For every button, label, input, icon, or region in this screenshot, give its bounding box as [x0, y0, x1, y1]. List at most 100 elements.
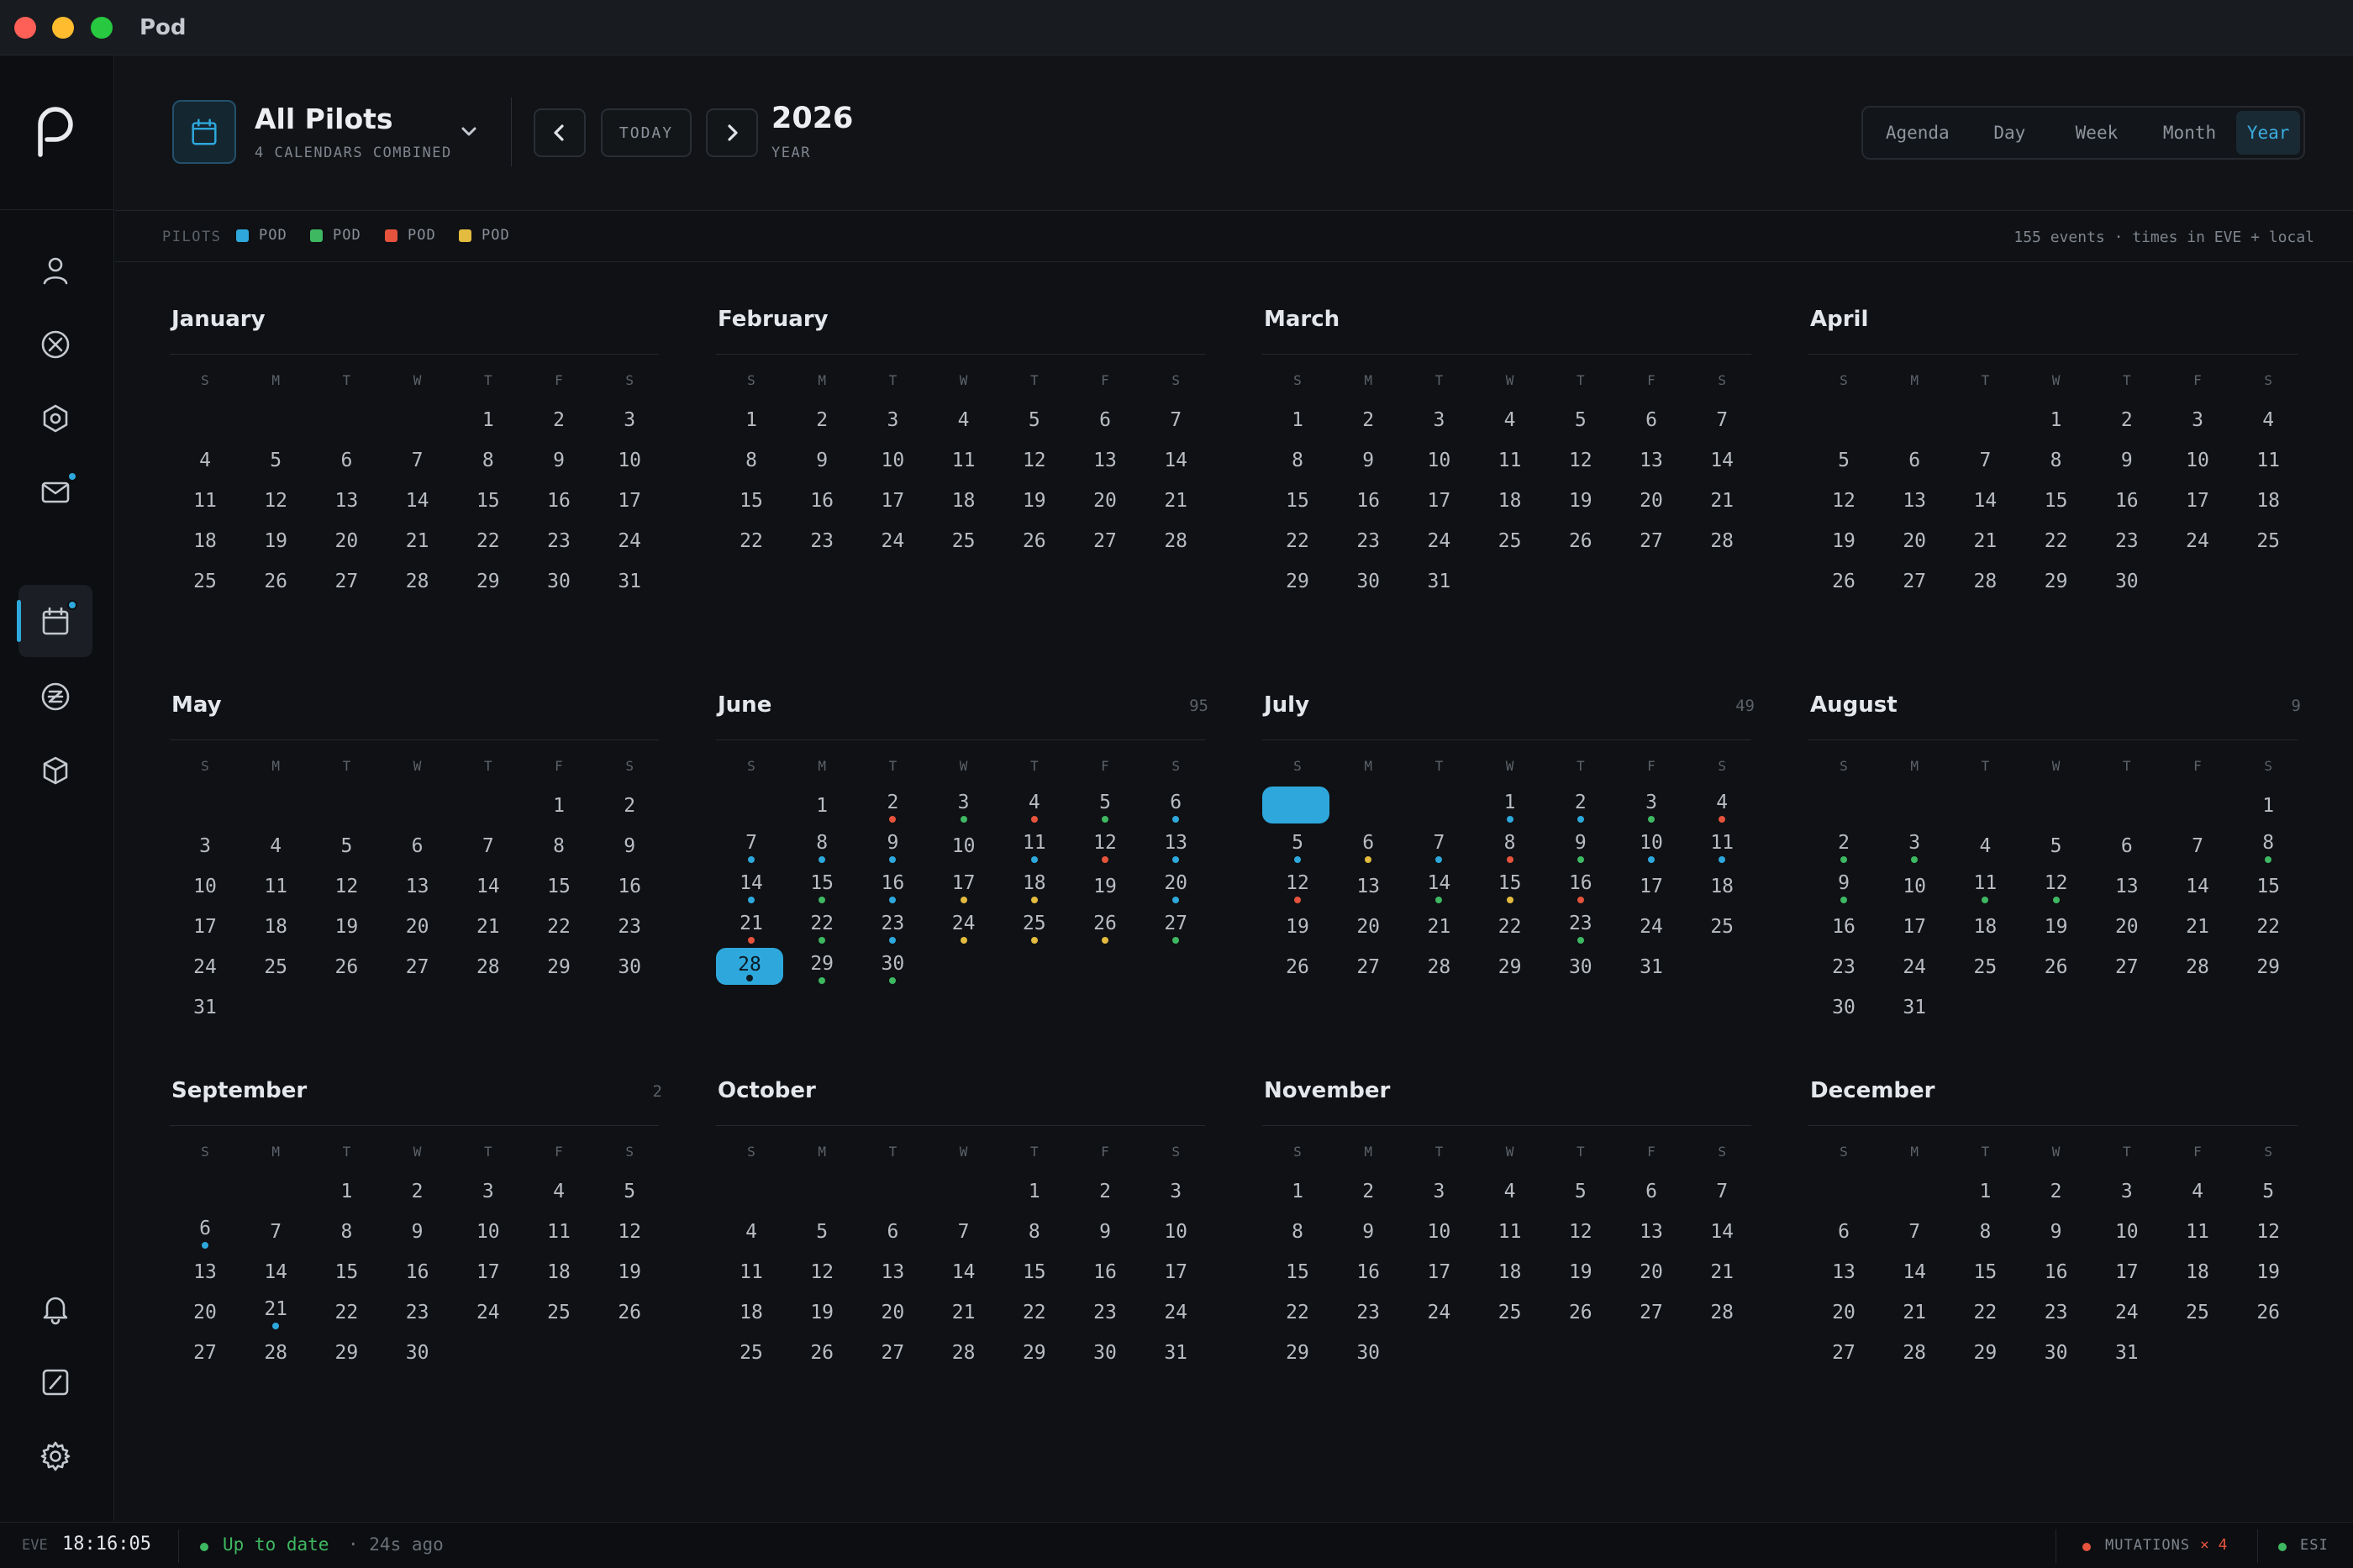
month-name[interactable]: March	[1264, 307, 1340, 332]
day-cell[interactable]: 27	[1616, 1300, 1687, 1325]
day-cell[interactable]: 14	[382, 488, 453, 513]
today-button[interactable]: TODAY	[601, 108, 692, 157]
day-cell[interactable]: 8	[2021, 448, 2092, 473]
day-cell[interactable]: 9	[1545, 830, 1616, 863]
day-cell[interactable]: 15	[1262, 1260, 1333, 1285]
day-cell[interactable]: 24	[2092, 1300, 2162, 1325]
day-cell[interactable]: 2	[1808, 830, 1879, 863]
day-cell[interactable]: 13	[170, 1260, 240, 1285]
day-cell[interactable]: 1	[311, 1179, 382, 1204]
day-cell[interactable]: 15	[2021, 488, 2092, 513]
calendar-picker-title[interactable]: All Pilots	[255, 103, 393, 135]
day-cell[interactable]: 8	[311, 1219, 382, 1244]
day-cell[interactable]: 23	[2021, 1300, 2092, 1325]
day-cell[interactable]: 5	[2021, 834, 2092, 859]
day-cell[interactable]: 5	[1545, 1179, 1616, 1204]
day-cell[interactable]: 15	[1475, 871, 1545, 903]
day-cell[interactable]: 20	[1879, 529, 1950, 554]
day-cell[interactable]: 8	[999, 1219, 1070, 1244]
day-cell[interactable]: 19	[311, 914, 382, 939]
sidebar-item-mail[interactable]	[18, 456, 92, 529]
day-cell[interactable]: 27	[1879, 569, 1950, 594]
day-cell[interactable]: 23	[382, 1300, 453, 1325]
day-cell[interactable]: 3	[1403, 1179, 1474, 1204]
view-month-button[interactable]: Month	[2143, 111, 2237, 155]
day-cell[interactable]: 30	[2021, 1340, 2092, 1365]
day-cell[interactable]: 16	[1808, 914, 1879, 939]
day-cell[interactable]: 26	[787, 1340, 857, 1365]
day-cell[interactable]: 6	[1616, 1179, 1687, 1204]
day-cell[interactable]: 15	[524, 874, 594, 899]
day-cell[interactable]: 17	[1403, 1260, 1474, 1285]
day-cell[interactable]: 20	[1616, 1260, 1687, 1285]
day-cell[interactable]: 1	[787, 793, 857, 818]
day-cell[interactable]: 31	[1140, 1340, 1211, 1365]
day-cell[interactable]: 23	[524, 529, 594, 554]
day-cell[interactable]: 21	[716, 911, 787, 944]
day-cell[interactable]: 11	[1687, 830, 1757, 863]
day-cell[interactable]: 23	[1333, 1300, 1403, 1325]
day-cell[interactable]: 18	[2162, 1260, 2233, 1285]
day-cell[interactable]: 13	[1333, 874, 1403, 899]
day-cell[interactable]: 12	[1070, 830, 1140, 863]
day-cell[interactable]: 9	[382, 1219, 453, 1244]
day-cell[interactable]: 14	[929, 1260, 999, 1285]
sidebar-item-combat[interactable]	[18, 308, 92, 381]
day-cell[interactable]: 9	[1808, 871, 1879, 903]
day-cell[interactable]: 7	[240, 1219, 311, 1244]
day-cell[interactable]: 2	[524, 408, 594, 433]
day-cell[interactable]: 26	[1262, 955, 1333, 980]
day-cell[interactable]: 4	[524, 1179, 594, 1204]
month-name[interactable]: July	[1264, 692, 1309, 718]
day-cell[interactable]: 12	[787, 1260, 857, 1285]
day-cell[interactable]: 12	[999, 448, 1070, 473]
day-cell[interactable]: 18	[1475, 1260, 1545, 1285]
day-cell[interactable]: 7	[1403, 830, 1474, 863]
day-cell[interactable]: 17	[929, 871, 999, 903]
day-cell[interactable]: 11	[999, 830, 1070, 863]
day-cell[interactable]: 2	[857, 790, 928, 823]
day-cell[interactable]: 3	[594, 408, 665, 433]
next-year-button[interactable]	[706, 108, 758, 157]
day-cell[interactable]: 11	[2233, 448, 2303, 473]
day-cell[interactable]: 13	[857, 1260, 928, 1285]
view-year-button[interactable]: Year	[2236, 111, 2300, 155]
day-cell[interactable]: 16	[2092, 488, 2162, 513]
view-day-button[interactable]: Day	[1969, 111, 2051, 155]
legend-pilot[interactable]: POD	[310, 227, 361, 244]
day-cell[interactable]: 8	[787, 830, 857, 863]
month-name[interactable]: April	[1810, 307, 1868, 332]
day-cell[interactable]: 28	[1950, 569, 2020, 594]
day-cell[interactable]: 28	[1403, 955, 1474, 980]
day-cell[interactable]: 5	[1545, 408, 1616, 433]
day-cell[interactable]: 13	[1616, 448, 1687, 473]
day-cell[interactable]: 24	[1879, 955, 1950, 980]
day-cell[interactable]: 10	[1616, 830, 1687, 863]
day-cell[interactable]: 5	[311, 834, 382, 859]
day-cell[interactable]: 31	[1879, 995, 1950, 1020]
day-cell[interactable]: 3	[1616, 790, 1687, 823]
day-cell[interactable]: 10	[1140, 1219, 1211, 1244]
month-name[interactable]: October	[718, 1078, 816, 1103]
day-cell[interactable]: 30	[1333, 1340, 1403, 1365]
day-cell[interactable]: 9	[1333, 1219, 1403, 1244]
day-cell[interactable]: 17	[170, 914, 240, 939]
day-cell[interactable]: 2	[2092, 408, 2162, 433]
day-cell[interactable]: 21	[382, 529, 453, 554]
day-cell[interactable]: 26	[1808, 569, 1879, 594]
day-cell[interactable]: 30	[1545, 955, 1616, 980]
day-cell[interactable]: 23	[2092, 529, 2162, 554]
day-cell[interactable]: 4	[1475, 1179, 1545, 1204]
day-cell[interactable]: 20	[1140, 871, 1211, 903]
day-cell[interactable]: 8	[2233, 830, 2303, 863]
day-cell[interactable]: 3	[2162, 408, 2233, 433]
day-cell[interactable]: 13	[1070, 448, 1140, 473]
day-cell[interactable]: 3	[1140, 1179, 1211, 1204]
day-cell[interactable]: 26	[1545, 529, 1616, 554]
day-cell[interactable]: 21	[1140, 488, 1211, 513]
day-cell[interactable]: 17	[2162, 488, 2233, 513]
day-cell[interactable]: 4	[716, 1219, 787, 1244]
day-cell[interactable]: 30	[1808, 995, 1879, 1020]
day-cell[interactable]: 24	[594, 529, 665, 554]
day-cell[interactable]: 1	[1950, 1179, 2020, 1204]
